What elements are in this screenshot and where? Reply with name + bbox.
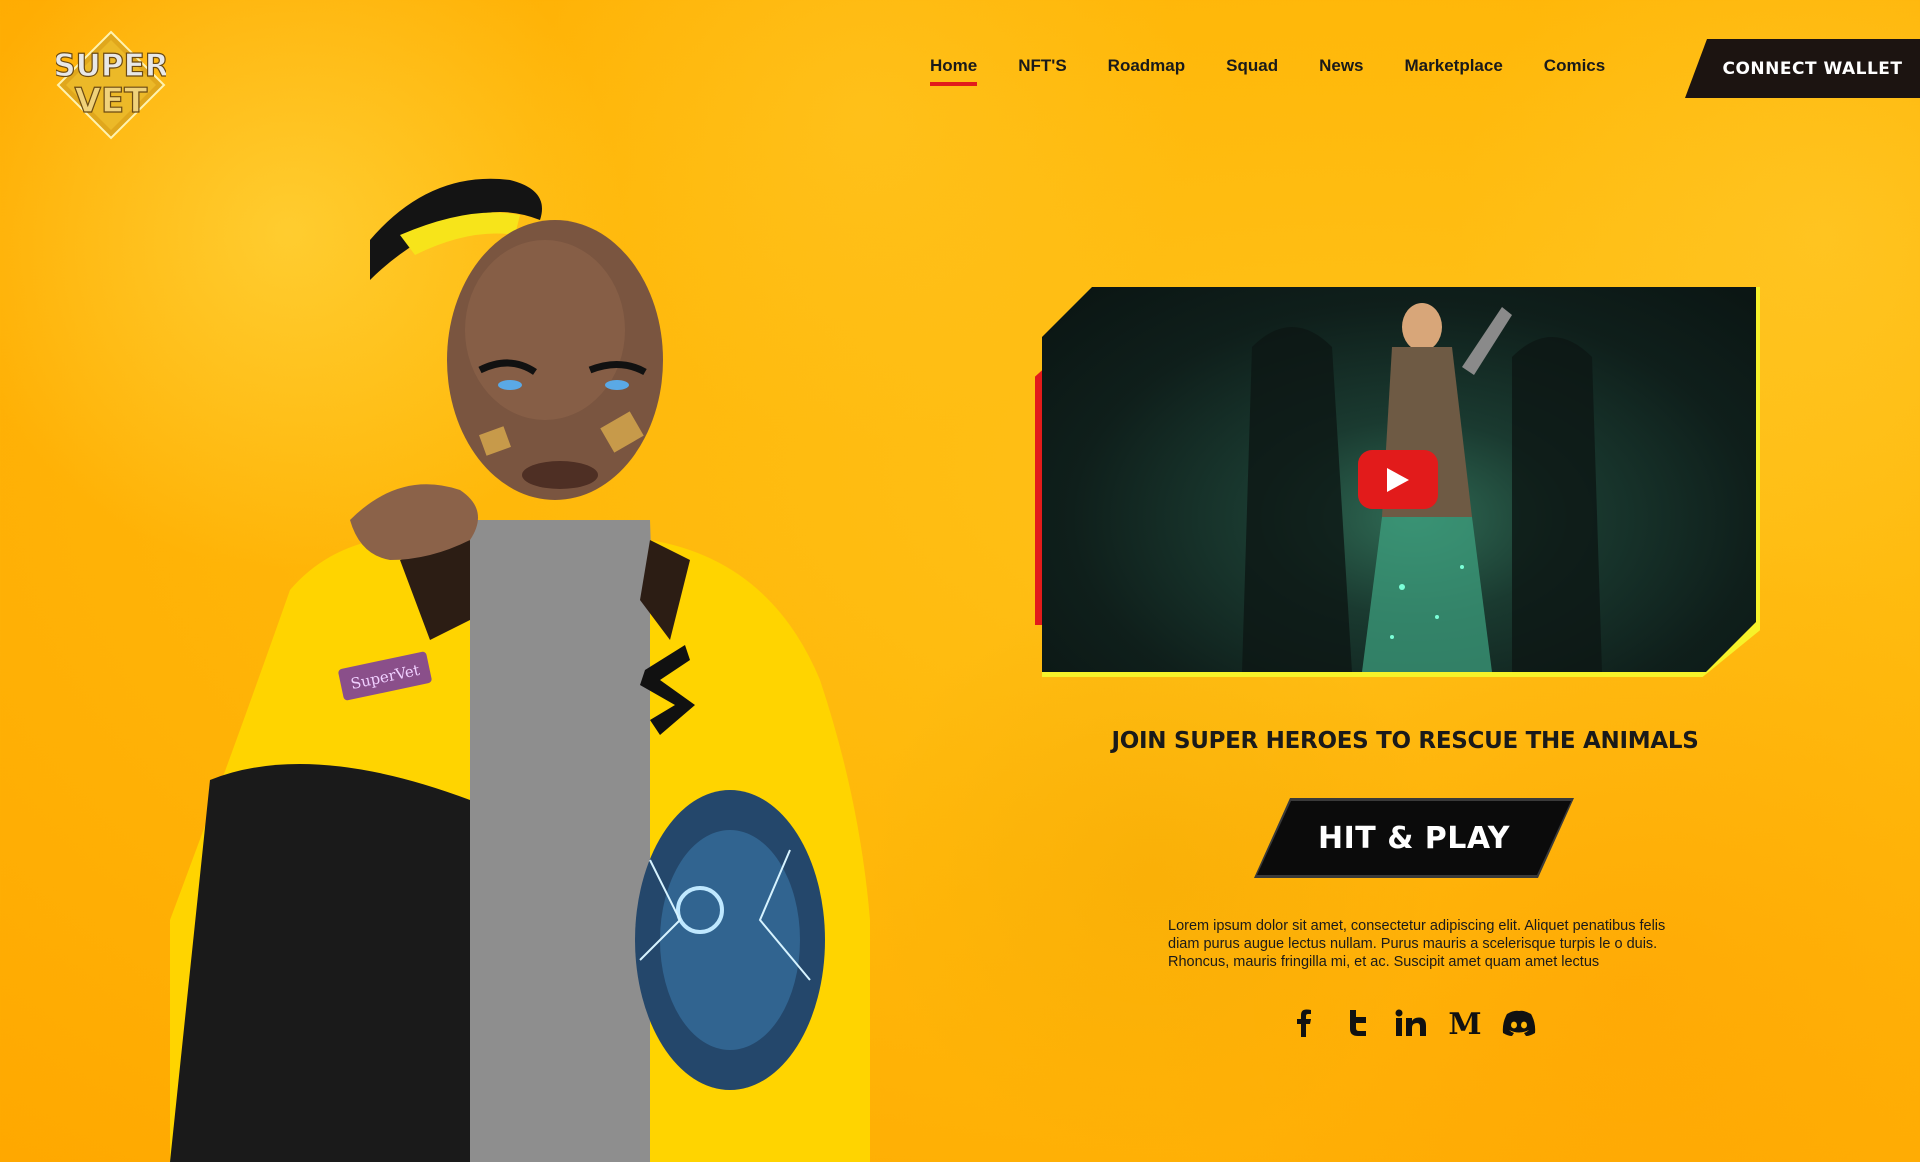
medium-icon[interactable]: M <box>1447 1005 1483 1041</box>
hit-and-play-label: HIT & PLAY <box>1257 801 1571 875</box>
svg-text:M: M <box>1448 1009 1481 1037</box>
nav-squad[interactable]: Squad <box>1226 56 1278 86</box>
main-nav: Home NFT'S Roadmap Squad News Marketplac… <box>930 56 1646 86</box>
hero-tagline: JOIN SUPER HEROES TO RESCUE THE ANIMALS <box>1111 728 1699 754</box>
video-player[interactable] <box>1042 287 1756 672</box>
linkedin-icon[interactable] <box>1393 1005 1429 1041</box>
nav-comics[interactable]: Comics <box>1544 56 1605 86</box>
logo-text-vet: VET <box>75 81 149 121</box>
hit-and-play-button[interactable]: HIT & PLAY <box>1254 798 1574 878</box>
youtube-play-icon[interactable] <box>1358 450 1438 509</box>
discord-icon[interactable] <box>1501 1005 1537 1041</box>
supervet-logo[interactable]: SUPER VET <box>53 30 169 140</box>
nav-home[interactable]: Home <box>930 56 978 86</box>
logo-text-super: SUPER <box>56 48 166 84</box>
nav-roadmap[interactable]: Roadmap <box>1108 56 1185 86</box>
nav-marketplace[interactable]: Marketplace <box>1405 56 1503 86</box>
hero-character-illustration: SuperVet <box>170 160 960 1162</box>
facebook-icon[interactable] <box>1285 1005 1321 1041</box>
social-links: M <box>1285 1005 1537 1041</box>
hero-description: Lorem ipsum dolor sit amet, consectetur … <box>1168 918 1666 970</box>
connect-wallet-button[interactable]: Connect Wallet <box>1685 39 1920 98</box>
twitter-icon[interactable] <box>1339 1005 1375 1041</box>
nav-news[interactable]: News <box>1319 56 1363 86</box>
nav-nfts[interactable]: NFT'S <box>1018 56 1066 86</box>
